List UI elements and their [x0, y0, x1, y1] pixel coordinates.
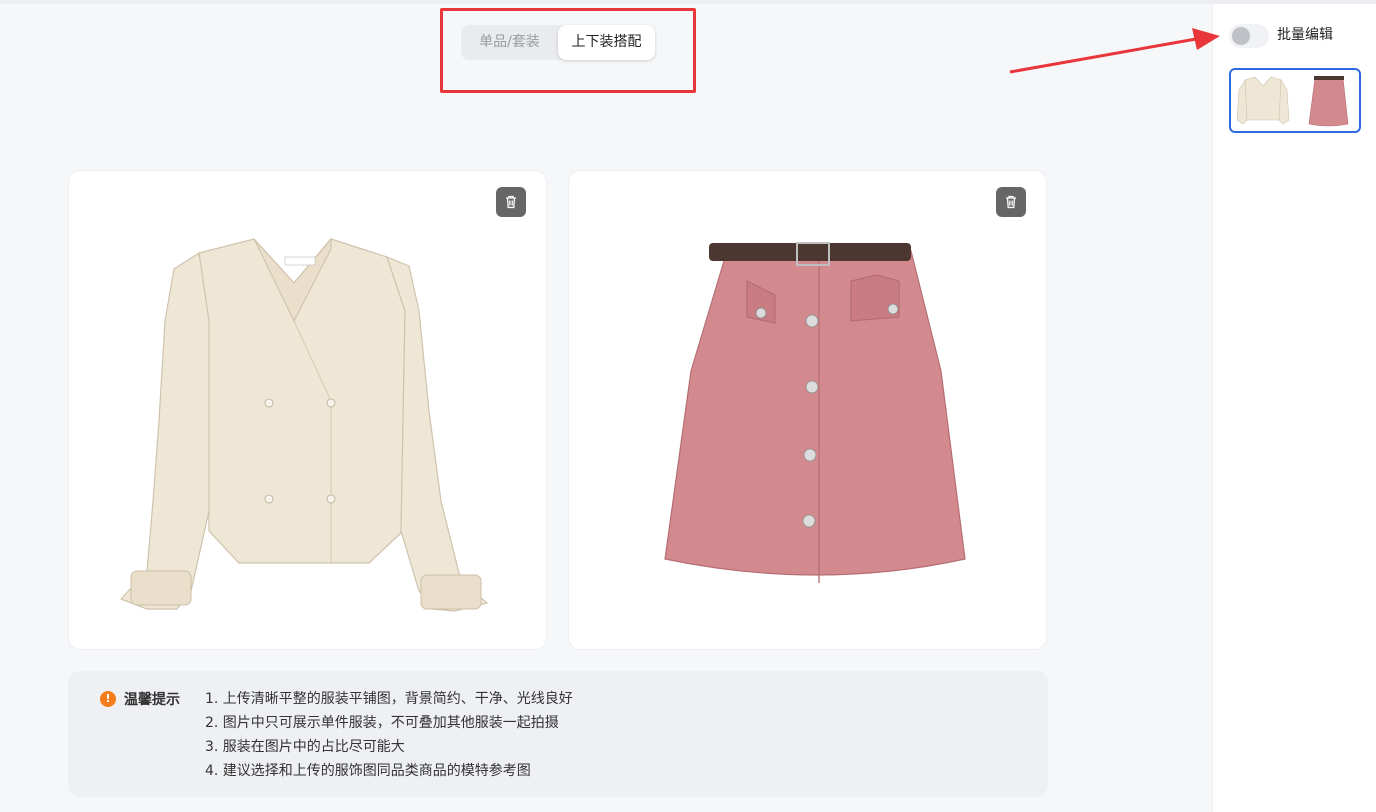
delete-button-top[interactable] — [496, 187, 526, 217]
blouse-image — [119, 237, 489, 612]
tip-item: 3. 服装在图片中的占比尽可能大 — [205, 739, 405, 755]
garment-card-top — [68, 170, 547, 650]
annotation-highlight-box — [440, 8, 696, 93]
exclamation-icon: ! — [100, 691, 116, 707]
trash-icon — [1006, 195, 1016, 209]
skirt-image — [664, 242, 966, 583]
tips-title: 温馨提示 — [124, 692, 180, 708]
delete-button-bottom[interactable] — [996, 187, 1026, 217]
tip-item: 1. 上传清晰平整的服装平铺图，背景简约、干净、光线良好 — [205, 691, 573, 707]
tip-item: 4. 建议选择和上传的服饰图同品类商品的模特参考图 — [205, 763, 531, 779]
tip-item: 2. 图片中只可展示单件服装，不可叠加其他服装一起拍摄 — [205, 715, 559, 731]
trash-icon — [506, 195, 516, 209]
outfit-thumbnail-image — [1236, 76, 1349, 127]
toggle-knob — [1232, 27, 1250, 45]
batch-edit-toggle[interactable] — [1229, 24, 1269, 48]
tips-list: 1. 上传清晰平整的服装平铺图，背景简约、干净、光线良好 2. 图片中只可展示单… — [205, 687, 573, 783]
outfit-thumbnail[interactable] — [1229, 68, 1361, 133]
batch-edit-label: 批量编辑 — [1277, 27, 1333, 43]
tips-panel: ! 温馨提示 1. 上传清晰平整的服装平铺图，背景简约、干净、光线良好 2. 图… — [68, 671, 1048, 797]
top-divider — [0, 0, 1376, 4]
garment-card-bottom — [568, 170, 1047, 650]
